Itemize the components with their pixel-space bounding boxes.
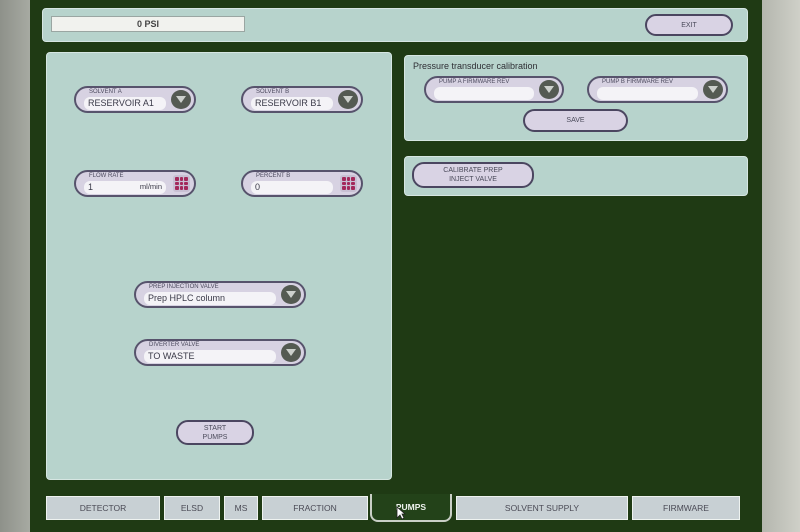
chevron-down-icon[interactable] <box>703 80 723 99</box>
solvent-a-label: SOLVENT A <box>89 89 122 95</box>
exit-button[interactable]: EXIT <box>645 14 733 36</box>
solvent-b-label: SOLVENT B <box>256 89 290 95</box>
flow-rate-unit: ml/min <box>139 182 162 191</box>
keypad-icon[interactable] <box>340 175 357 192</box>
status-bar: 0 PSI EXIT <box>42 8 748 42</box>
chevron-down-icon[interactable] <box>171 90 191 109</box>
screen: 0 PSI EXIT SOLVENT A RESERVOIR A1 SOLVEN… <box>30 0 762 532</box>
percent-b-field[interactable]: PERCENT B 0 <box>241 170 363 197</box>
pump-a-firmware-label: PUMP A FIRMWARE REV <box>439 79 510 85</box>
monitor-bezel-right <box>762 0 800 532</box>
chevron-down-icon[interactable] <box>539 80 559 99</box>
tab-elsd[interactable]: ELSD <box>164 496 220 520</box>
tab-fraction[interactable]: FRACTION <box>262 496 368 520</box>
pump-settings-panel: SOLVENT A RESERVOIR A1 SOLVENT B RESERVO… <box>46 52 392 480</box>
calibrate-prep-inject-valve-button[interactable]: CALIBRATE PREP INJECT VALVE <box>412 162 534 188</box>
prep-injection-valve-dropdown[interactable]: PREP INJECTION VALVE Prep HPLC column <box>134 281 306 308</box>
diverter-valve-value: TO WASTE <box>144 350 276 363</box>
percent-b-label: PERCENT B <box>256 173 291 179</box>
prep-injection-valve-label: PREP INJECTION VALVE <box>149 284 219 290</box>
start-pumps-button[interactable]: START PUMPS <box>176 420 254 445</box>
solvent-a-dropdown[interactable]: SOLVENT A RESERVOIR A1 <box>74 86 196 113</box>
save-button[interactable]: SAVE <box>523 109 628 132</box>
calibration-title: Pressure transducer calibration <box>413 61 538 71</box>
chevron-down-icon[interactable] <box>338 90 358 109</box>
diverter-valve-dropdown[interactable]: DIVERTER VALVE TO WASTE <box>134 339 306 366</box>
pump-a-firmware-value <box>434 87 534 100</box>
tab-pumps[interactable]: PUMPS <box>370 494 452 522</box>
pump-b-firmware-value <box>597 87 698 100</box>
pressure-readout: 0 PSI <box>51 16 245 32</box>
pump-a-firmware-dropdown[interactable]: PUMP A FIRMWARE REV <box>424 76 564 103</box>
chevron-down-icon[interactable] <box>281 343 301 362</box>
solvent-b-value: RESERVOIR B1 <box>251 97 333 110</box>
tab-detector[interactable]: DETECTOR <box>46 496 160 520</box>
mouse-cursor-icon <box>396 506 406 520</box>
tab-solvent-supply[interactable]: SOLVENT SUPPLY <box>456 496 628 520</box>
tab-ms[interactable]: MS <box>224 496 258 520</box>
tab-firmware[interactable]: FIRMWARE <box>632 496 740 520</box>
flow-rate-label: FLOW RATE <box>89 173 124 179</box>
diverter-valve-label: DIVERTER VALVE <box>149 342 200 348</box>
solvent-b-dropdown[interactable]: SOLVENT B RESERVOIR B1 <box>241 86 363 113</box>
pressure-calibration-panel: Pressure transducer calibration PUMP A F… <box>404 55 748 141</box>
pump-b-firmware-label: PUMP B FIRMWARE REV <box>602 79 674 85</box>
keypad-icon[interactable] <box>173 175 190 192</box>
solvent-a-value: RESERVOIR A1 <box>84 97 166 110</box>
chevron-down-icon[interactable] <box>281 285 301 304</box>
monitor-bezel-left <box>0 0 30 532</box>
flow-rate-field[interactable]: FLOW RATE 1 ml/min <box>74 170 196 197</box>
prep-injection-valve-value: Prep HPLC column <box>144 292 276 305</box>
tab-bar: DETECTOR ELSD MS FRACTION PUMPS SOLVENT … <box>46 494 742 524</box>
pump-b-firmware-dropdown[interactable]: PUMP B FIRMWARE REV <box>587 76 728 103</box>
percent-b-value[interactable]: 0 <box>251 181 333 194</box>
prep-valve-calibration-panel: CALIBRATE PREP INJECT VALVE <box>404 156 748 196</box>
